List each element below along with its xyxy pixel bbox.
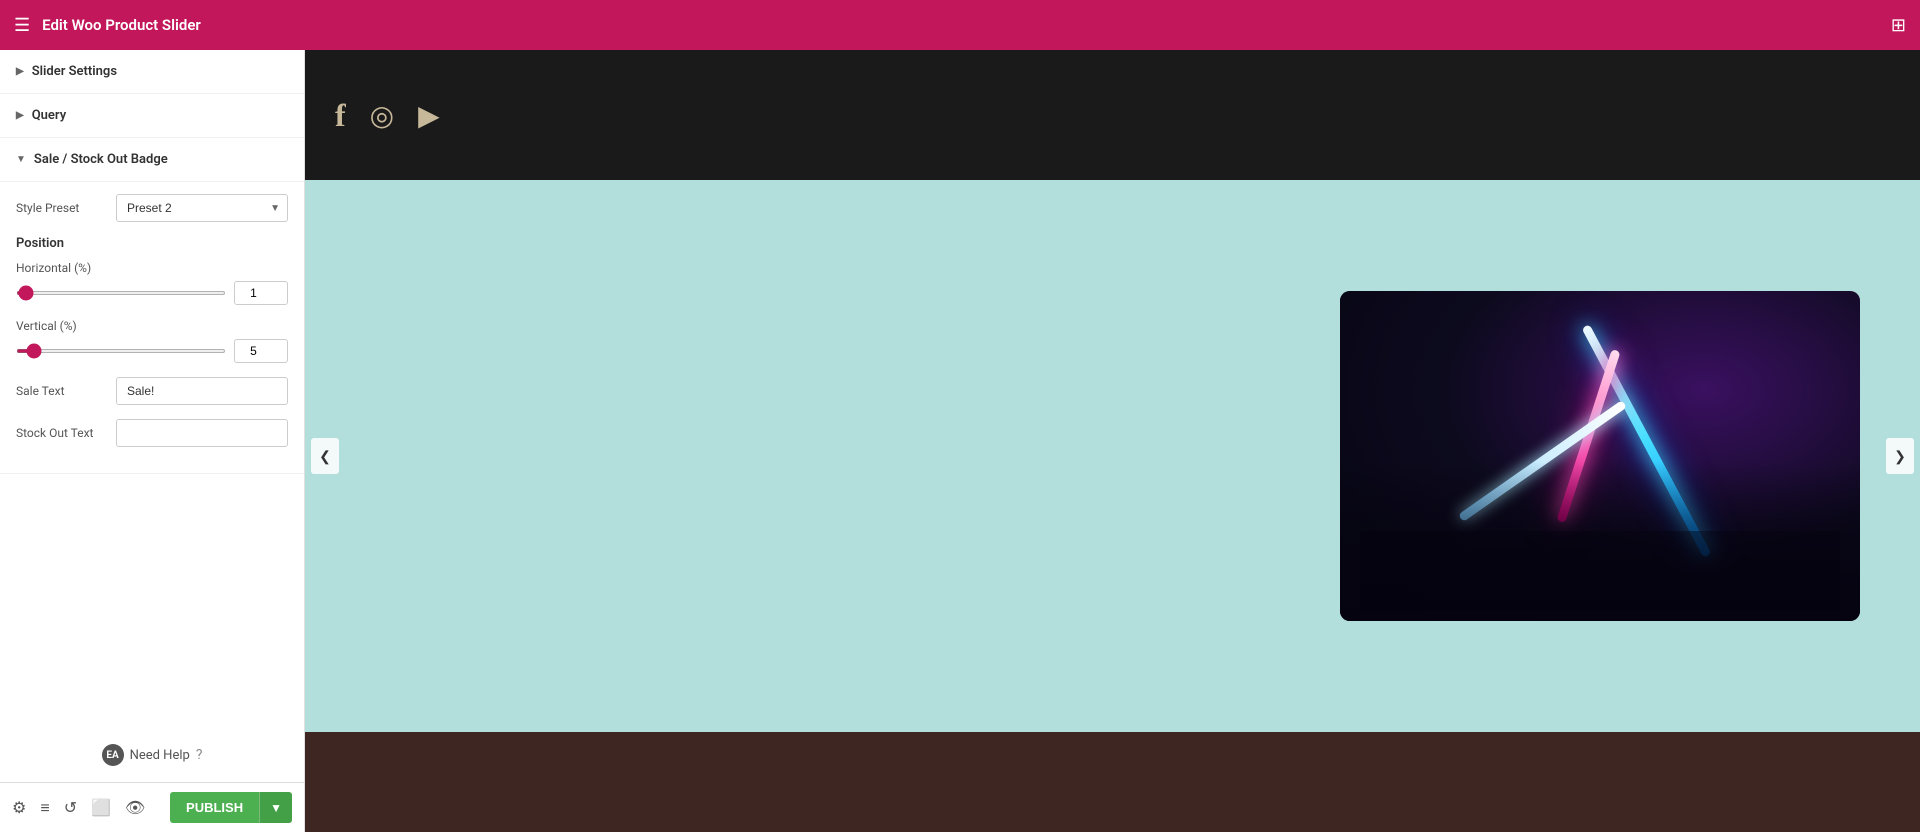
- query-label: Query: [32, 108, 66, 123]
- grid-icon[interactable]: ⊞: [1891, 15, 1906, 36]
- sidebar-item-sale-badge[interactable]: ▼ Sale / Stock Out Badge: [0, 138, 304, 182]
- position-label: Position: [16, 236, 288, 251]
- product-image: [1340, 291, 1860, 621]
- sale-text-control: [116, 377, 288, 405]
- style-preset-control: Preset 1 Preset 2 Preset 3 ▼: [116, 194, 288, 222]
- slider-settings-label: Slider Settings: [32, 64, 117, 79]
- responsive-icon[interactable]: ⬜: [91, 798, 111, 817]
- vertical-range-input[interactable]: [16, 349, 226, 353]
- sale-text-row: Sale Text: [16, 377, 288, 405]
- sidebar-item-slider-settings[interactable]: ▶ Slider Settings: [0, 50, 304, 94]
- help-circle-icon: ?: [196, 747, 203, 763]
- style-preset-select[interactable]: Preset 1 Preset 2 Preset 3: [116, 194, 288, 222]
- instagram-icon[interactable]: ◎: [370, 99, 394, 132]
- top-bar: ☰ Edit Woo Product Slider ⊞: [0, 0, 1920, 50]
- style-preset-label: Style Preset: [16, 201, 116, 215]
- ea-badge: EA: [102, 744, 124, 766]
- sidebar-spacer: [0, 474, 304, 728]
- horizontal-slider-row: Horizontal (%): [16, 261, 288, 305]
- layers-icon[interactable]: ≡: [40, 798, 49, 818]
- vertical-slider-control: [16, 339, 288, 363]
- chevron-down-icon: ▼: [16, 154, 26, 165]
- chevron-right-icon: ▶: [16, 66, 24, 77]
- vertical-slider-row: Vertical (%): [16, 319, 288, 363]
- preview-content: ❮ ❯: [305, 180, 1920, 732]
- chevron-right-icon-2: ▶: [16, 110, 24, 121]
- stock-out-text-row: Stock Out Text: [16, 419, 288, 447]
- history-icon[interactable]: ↺: [64, 798, 77, 817]
- facebook-icon[interactable]: f: [335, 97, 346, 134]
- next-slide-button[interactable]: ❯: [1886, 438, 1914, 474]
- horizontal-label: Horizontal (%): [16, 261, 288, 275]
- prev-slide-button[interactable]: ❮: [311, 438, 339, 474]
- product-image-card: [1340, 291, 1860, 621]
- publish-btn-group: PUBLISH ▼: [170, 792, 292, 823]
- person-silhouette: [1360, 531, 1840, 611]
- sale-badge-label: Sale / Stock Out Badge: [34, 152, 168, 167]
- main-layout: ▶ Slider Settings ▶ Query ▼ Sale / Stock…: [0, 50, 1920, 832]
- publish-dropdown-button[interactable]: ▼: [259, 792, 292, 823]
- horizontal-number-input[interactable]: [234, 281, 288, 305]
- stock-out-text-control: [116, 419, 288, 447]
- vertical-number-input[interactable]: [234, 339, 288, 363]
- horizontal-range-input[interactable]: [16, 291, 226, 295]
- youtube-icon[interactable]: ▶: [418, 99, 440, 132]
- style-preset-row: Style Preset Preset 1 Preset 2 Preset 3 …: [16, 194, 288, 222]
- vertical-label: Vertical (%): [16, 319, 288, 333]
- sale-text-label: Sale Text: [16, 384, 116, 398]
- need-help-section[interactable]: EA Need Help ?: [0, 728, 304, 782]
- badge-section-content: Style Preset Preset 1 Preset 2 Preset 3 …: [0, 182, 304, 474]
- sidebar: ▶ Slider Settings ▶ Query ▼ Sale / Stock…: [0, 50, 305, 832]
- stock-out-text-input[interactable]: [116, 419, 288, 447]
- preview-area: f ◎ ▶ ❮: [305, 50, 1920, 832]
- bottom-toolbar: ⚙ ≡ ↺ ⬜ 👁 PUBLISH ▼: [0, 782, 304, 832]
- stock-out-text-label: Stock Out Text: [16, 426, 116, 440]
- settings-icon[interactable]: ⚙: [12, 798, 26, 817]
- publish-button[interactable]: PUBLISH: [170, 792, 259, 823]
- eye-icon[interactable]: 👁: [125, 798, 145, 817]
- page-title: Edit Woo Product Slider: [42, 16, 1879, 34]
- horizontal-slider-control: [16, 281, 288, 305]
- sidebar-item-query[interactable]: ▶ Query: [0, 94, 304, 138]
- preview-bottom: [305, 732, 1920, 832]
- need-help-label: Need Help: [130, 748, 190, 763]
- hamburger-icon[interactable]: ☰: [14, 15, 30, 36]
- preview-top-bar: f ◎ ▶: [305, 50, 1920, 180]
- sale-text-input[interactable]: [116, 377, 288, 405]
